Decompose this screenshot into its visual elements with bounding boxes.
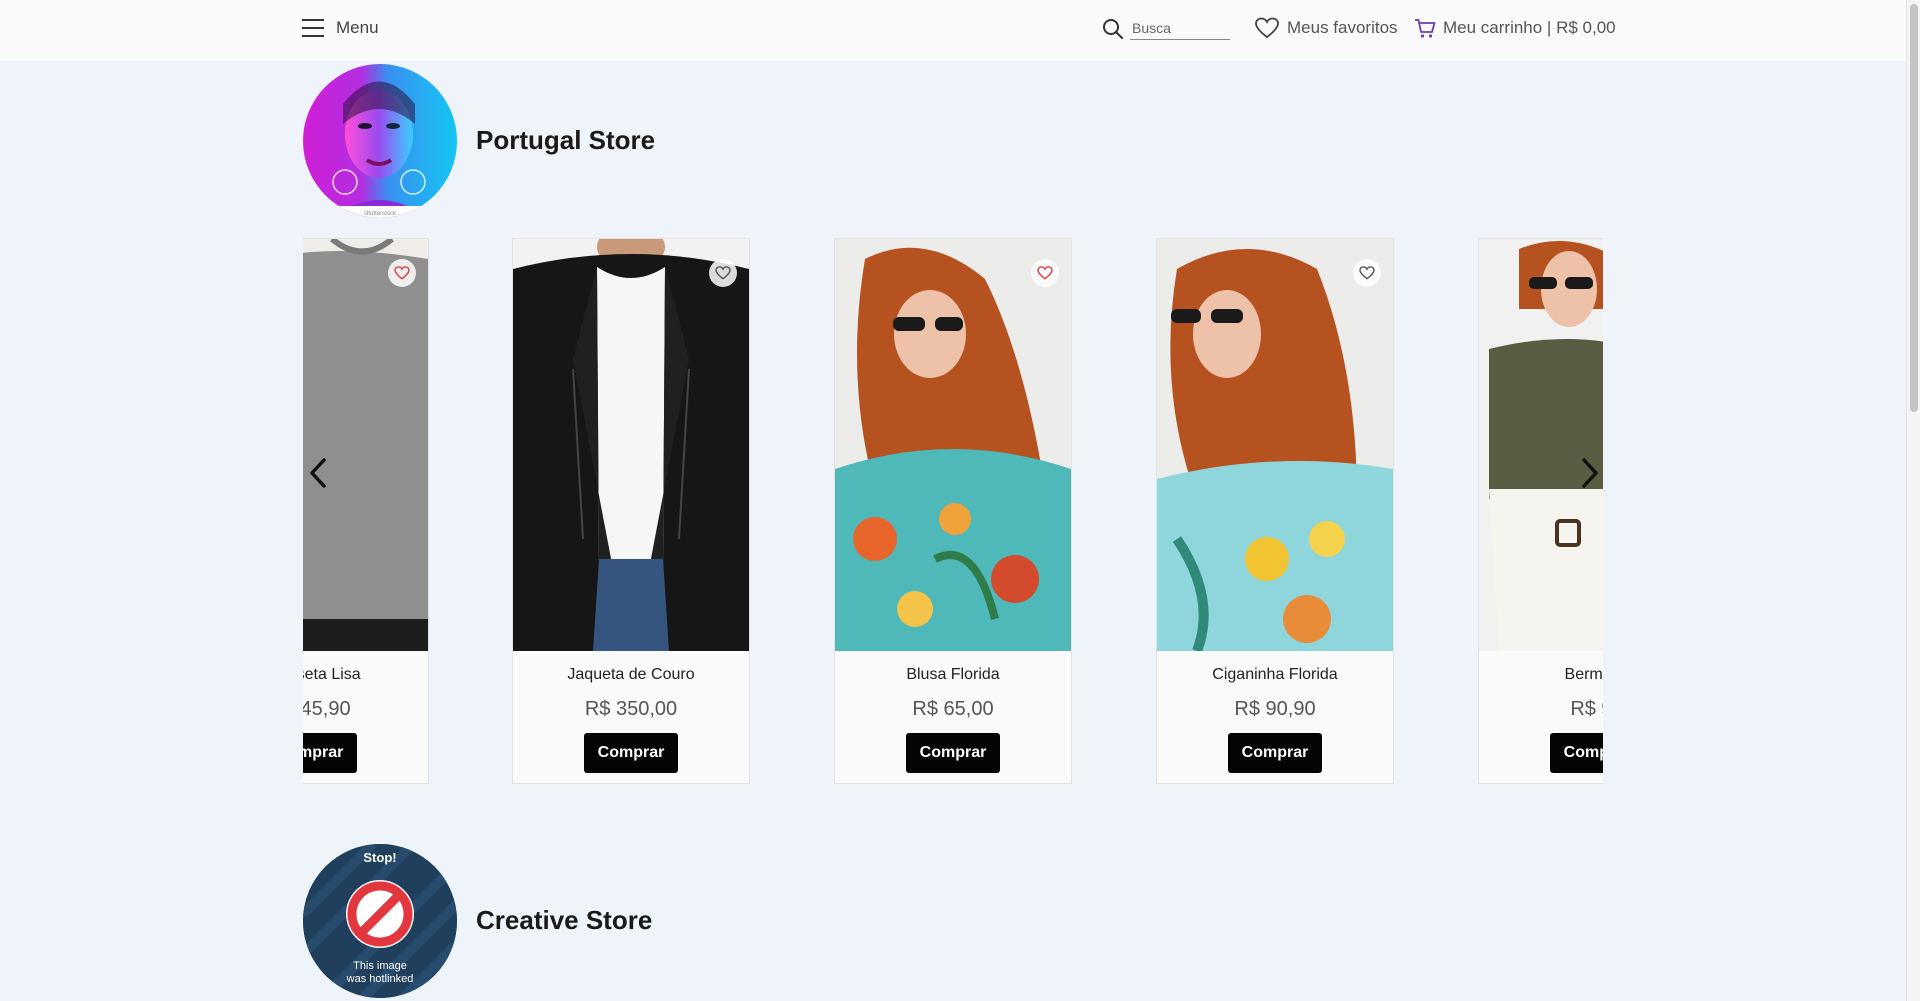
product-image[interactable] bbox=[303, 239, 428, 651]
menu-label: Menu bbox=[336, 18, 379, 37]
search-box bbox=[1102, 17, 1230, 40]
store-avatar[interactable]: shutterstock bbox=[303, 64, 457, 218]
heart-outline-icon bbox=[1359, 266, 1375, 280]
product-name: Jaqueta de Couro bbox=[567, 666, 695, 683]
product-price: R$ 350,00 bbox=[584, 698, 678, 720]
favorite-toggle[interactable] bbox=[709, 259, 737, 287]
buy-button[interactable]: Comprar bbox=[584, 733, 678, 773]
store-avatar-image: shutterstock bbox=[303, 81, 457, 218]
heart-outline-icon bbox=[715, 266, 731, 280]
search-icon[interactable] bbox=[1102, 18, 1124, 40]
favorite-toggle[interactable] bbox=[1031, 259, 1059, 287]
product-name: Camiseta Lisa bbox=[303, 666, 361, 683]
cart-label: Meu carrinho | R$ 0,00 bbox=[1443, 18, 1616, 37]
cart-icon bbox=[1415, 19, 1436, 38]
page-scrollbar[interactable] bbox=[1906, 0, 1920, 1001]
avatar-text-top: Stop! bbox=[363, 850, 396, 865]
menu-button[interactable]: Menu bbox=[302, 18, 379, 38]
product-name: Bermuda bbox=[1564, 666, 1603, 683]
chevron-left-icon bbox=[310, 458, 326, 488]
top-navigation-bar: Menu Meus favoritos Meu carrinho | R$ 0,… bbox=[0, 0, 1906, 61]
chevron-right-icon bbox=[1582, 458, 1598, 488]
product-name: Ciganinha Florida bbox=[1212, 666, 1338, 683]
product-image[interactable] bbox=[513, 239, 749, 651]
product-card[interactable]: Jaqueta de Couro R$ 350,00 Comprar bbox=[512, 238, 750, 784]
heart-outline-icon bbox=[1255, 17, 1279, 39]
favorites-label: Meus favoritos bbox=[1287, 18, 1398, 37]
heart-filled-icon bbox=[1037, 266, 1053, 280]
avatar-text-bottom-2: was hotlinked bbox=[346, 973, 414, 985]
buy-button[interactable]: Comprar bbox=[906, 733, 1000, 773]
avatar-watermark: shutterstock bbox=[364, 211, 397, 217]
product-price: R$ 45,90 bbox=[303, 698, 351, 720]
product-card[interactable]: Ciganinha Florida R$ 90,90 Comprar bbox=[1156, 238, 1394, 784]
product-card[interactable]: Blusa Florida R$ 65,00 Comprar bbox=[834, 238, 1072, 784]
favorites-link[interactable]: Meus favoritos bbox=[1255, 17, 1398, 39]
product-card[interactable]: Camiseta Lisa R$ 45,90 Comprar bbox=[303, 238, 429, 784]
buy-button[interactable]: Comprar bbox=[303, 733, 357, 773]
carousel-next-button[interactable] bbox=[1575, 453, 1603, 493]
product-card[interactable]: Bermuda R$ 99 Comprar bbox=[1478, 238, 1603, 784]
product-image[interactable] bbox=[835, 239, 1071, 651]
product-price: R$ 99 bbox=[1570, 698, 1603, 720]
product-name: Blusa Florida bbox=[906, 666, 1000, 683]
heart-filled-icon bbox=[394, 266, 410, 280]
scrollbar-thumb[interactable] bbox=[1910, 4, 1918, 412]
avatar-text-bottom-1: This image bbox=[353, 960, 407, 972]
store-avatar-image: Stop! This image was hotlinked bbox=[303, 844, 457, 998]
favorite-toggle[interactable] bbox=[1353, 259, 1381, 287]
cart-link[interactable]: Meu carrinho | R$ 0,00 bbox=[1414, 17, 1616, 39]
product-image[interactable] bbox=[1157, 239, 1393, 651]
product-image[interactable] bbox=[1479, 239, 1603, 651]
hamburger-icon bbox=[302, 19, 324, 37]
buy-button[interactable]: Comprar bbox=[1228, 733, 1322, 773]
product-price: R$ 90,90 bbox=[1234, 698, 1316, 720]
product-price: R$ 65,00 bbox=[912, 698, 994, 720]
carousel-prev-button[interactable] bbox=[303, 453, 333, 493]
store-avatar[interactable]: Stop! This image was hotlinked bbox=[303, 844, 457, 998]
favorite-toggle[interactable] bbox=[388, 259, 416, 287]
store-name: Portugal Store bbox=[476, 125, 656, 155]
search-input[interactable] bbox=[1130, 17, 1230, 40]
store-name: Creative Store bbox=[476, 905, 653, 935]
product-carousel: Camiseta Lisa R$ 45,90 Comprar bbox=[303, 238, 1603, 786]
buy-button[interactable]: Comprar bbox=[1550, 733, 1603, 773]
